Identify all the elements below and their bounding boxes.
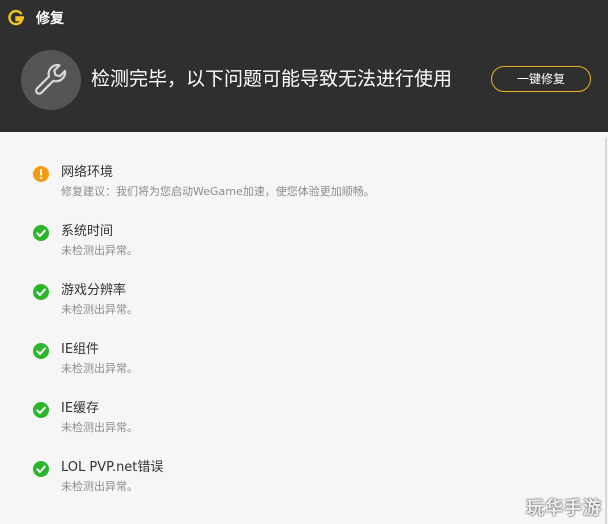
item-name: 网络环境 <box>61 165 114 180</box>
item-description: 未检测出异常。 <box>61 362 138 375</box>
item-description: 未检测出异常。 <box>61 421 138 434</box>
repair-window: 修复 检测完毕，以下问题可能导致无法进行使用 一键修复 网络环境 修复建议：我们… <box>0 0 608 524</box>
wrench-icon <box>21 50 81 110</box>
title-bar[interactable]: 修复 <box>0 0 608 40</box>
list-item-lol-pvp-net: LOL PVP.net错误 未检测出异常。 <box>33 459 593 503</box>
item-description: 未检测出异常。 <box>61 303 138 316</box>
item-description: 修复建议：我们将为您启动WeGame加速，使您体验更加顺畅。 <box>61 185 375 198</box>
check-circle-icon <box>33 461 49 477</box>
wegame-logo-icon <box>8 9 25 27</box>
item-description: 未检测出异常。 <box>61 244 138 257</box>
list-item-system-time: 系统时间 未检测出异常。 <box>33 223 593 267</box>
one-click-fix-button[interactable]: 一键修复 <box>491 66 591 92</box>
watermark: 玩华手游 <box>526 498 602 519</box>
check-circle-icon <box>33 225 49 241</box>
diagnosis-header: 检测完毕，以下问题可能导致无法进行使用 一键修复 <box>0 40 608 132</box>
scrollbar[interactable] <box>605 138 607 524</box>
item-name: LOL PVP.net错误 <box>61 460 164 475</box>
diagnosis-message: 检测完毕，以下问题可能导致无法进行使用 <box>91 68 453 90</box>
item-name: IE缓存 <box>61 401 100 416</box>
item-name: 系统时间 <box>61 224 114 239</box>
list-item-resolution: 游戏分辨率 未检测出异常。 <box>33 282 593 326</box>
check-circle-icon <box>33 284 49 300</box>
item-name: IE组件 <box>61 342 100 357</box>
list-item-network: 网络环境 修复建议：我们将为您启动WeGame加速，使您体验更加顺畅。 <box>33 164 593 208</box>
item-name: 游戏分辨率 <box>61 283 127 298</box>
check-circle-icon <box>33 343 49 359</box>
window-title: 修复 <box>36 11 64 27</box>
list-item-ie-component: IE组件 未检测出异常。 <box>33 341 593 385</box>
exclamation-circle-icon <box>33 166 49 182</box>
item-description: 未检测出异常。 <box>61 480 138 493</box>
check-circle-icon <box>33 402 49 418</box>
list-item-ie-cache: IE缓存 未检测出异常。 <box>33 400 593 444</box>
